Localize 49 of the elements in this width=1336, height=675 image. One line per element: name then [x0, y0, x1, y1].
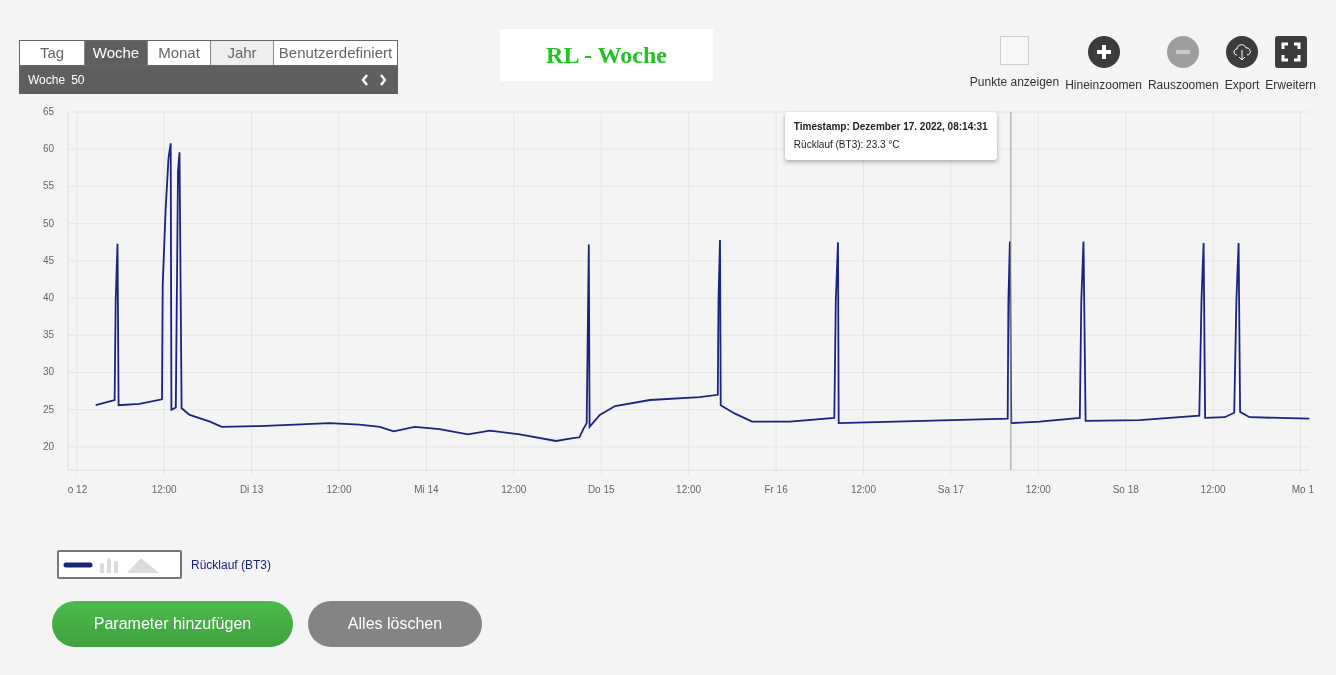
y-axis-label: 60: [42, 143, 54, 155]
tooltip-title: Timestamp: Dezember 17. 2022, 08:14:31: [793, 120, 988, 134]
x-axis-label: 12:00: [850, 484, 876, 495]
x-axis-label: o 12: [67, 484, 88, 495]
x-axis-label: Di 13: [239, 484, 264, 495]
toolbar-button[interactable]: Export: [1224, 36, 1260, 94]
series-style-selector[interactable]: [57, 550, 182, 579]
x-axis-label: 12:00: [151, 484, 177, 495]
toolbar-button[interactable]: Erweitern: [1265, 36, 1316, 94]
period-label: Woche: [28, 72, 66, 89]
x-axis-label: 12:00: [326, 484, 352, 495]
y-axis-label: 25: [42, 403, 54, 415]
legend-label: Rücklauf (BT3): [191, 556, 272, 574]
y-axis-label: 55: [42, 180, 54, 192]
x-axis-label: Fr 16: [764, 484, 788, 495]
x-axis-label: Mi 14: [414, 484, 439, 495]
y-axis-label: 30: [42, 366, 54, 378]
y-axis-label: 40: [42, 292, 54, 304]
x-axis-label: Do 15: [587, 484, 615, 495]
fullscreen-icon: [1274, 36, 1307, 68]
previous-button[interactable]: [359, 73, 371, 87]
y-axis-label: 50: [42, 217, 54, 229]
toolbar-button[interactable]: Hineinzoomen: [1065, 36, 1142, 94]
show-points-checkbox[interactable]: Punkte anzeigen: [969, 36, 1060, 91]
chevron-right-icon: [379, 74, 387, 86]
line-style-icon[interactable]: [63, 561, 93, 568]
y-axis-label: 35: [42, 329, 54, 341]
period-number: 50: [71, 72, 85, 89]
cloud-download-icon: [1225, 36, 1258, 68]
range-tab[interactable]: Jahr: [210, 41, 273, 65]
next-button[interactable]: [377, 73, 389, 87]
x-axis-label: So 18: [1112, 484, 1139, 495]
minus-icon: [1167, 36, 1200, 68]
x-axis-label: Mo 1: [1291, 484, 1314, 495]
y-axis-label: 65: [42, 106, 54, 117]
tooltip-value: Rücklauf (BT3): 23.3 °C: [793, 138, 901, 152]
x-axis-label: 12:00: [676, 484, 702, 495]
chart-title: RL - Woche: [500, 29, 713, 81]
x-axis-label: 12:00: [1025, 484, 1051, 495]
plus-icon: [1087, 36, 1120, 68]
y-axis-label: 20: [42, 440, 54, 452]
checkbox-box: [1000, 36, 1029, 65]
chevron-left-icon: [361, 74, 369, 86]
y-axis-label: 45: [42, 254, 54, 266]
range-tab[interactable]: Woche: [84, 41, 147, 65]
clear-all-button[interactable]: Alles löschen: [308, 601, 482, 647]
x-axis-label: 12:00: [501, 484, 527, 495]
x-axis-label: Sa 17: [937, 484, 964, 495]
x-axis-label: 12:00: [1200, 484, 1226, 495]
